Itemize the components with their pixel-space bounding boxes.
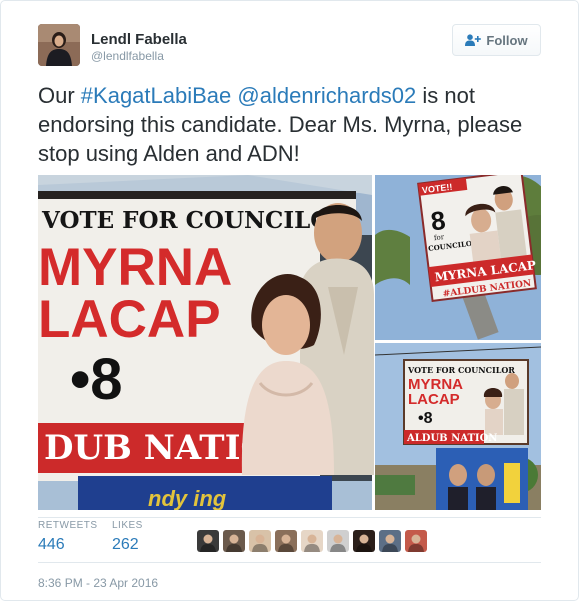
liker-avatar[interactable] [353,530,375,552]
divider-top [38,517,541,518]
top-right-photo[interactable]: VOTE!! 8 for COUNCILOR MYRNA LACAP #ALDU… [375,175,541,340]
liker-avatar[interactable] [327,530,349,552]
br-sign-banner: ALDUB NATION [406,433,497,444]
main-sign-line1: VOTE FOR COUNCILOR [41,207,350,234]
liker-avatar[interactable] [223,530,245,552]
user-fullname[interactable]: Lendl Fabella [91,31,187,48]
tweet-timestamp[interactable]: 8:36 PM - 23 Apr 2016 [38,576,158,590]
retweets-stat[interactable]: RETWEETS 446 [38,520,98,554]
tweet-text: Our #KagatLabiBae @aldenrichards02 is no… [38,81,538,168]
mention-link[interactable]: @aldenrichards02 [237,83,416,108]
likes-stat[interactable]: LIKES 262 [112,520,143,554]
retweets-label: RETWEETS [38,520,98,531]
tweet-text-prefix: Our [38,83,81,108]
liker-avatar[interactable] [197,530,219,552]
br-sign-number: •8 [418,410,433,427]
bottom-right-photo[interactable]: VOTE FOR COUNCILOR MYRNA LACAP •8 ALDUB … [374,343,541,510]
follow-button[interactable]: Follow [452,24,541,56]
retweets-count: 446 [38,536,65,553]
liker-avatar[interactable] [301,530,323,552]
liker-avatar[interactable] [249,530,271,552]
liker-avatar[interactable] [405,530,427,552]
divider-bottom [38,562,541,563]
tr-sign-line2: for [433,233,445,242]
likes-count: 262 [112,536,139,553]
hashtag-link[interactable]: #KagatLabiBae [81,83,231,108]
br-sign-line1: VOTE FOR COUNCILOR [407,365,515,375]
br-sign-line3: LACAP [408,391,460,408]
main-sign-number: •8 [70,347,123,412]
liker-avatar[interactable] [379,530,401,552]
media-collage: VOTE FOR COUNCILOR MYRNA LACAP •8 DUB NA… [38,175,541,510]
liker-avatar[interactable] [275,530,297,552]
follow-label: Follow [486,32,528,48]
tweet-media[interactable]: VOTE FOR COUNCILOR MYRNA LACAP •8 DUB NA… [38,175,541,510]
main-sign-line2: MYRNA [38,238,232,297]
avatar[interactable] [38,24,80,66]
main-photo[interactable]: VOTE FOR COUNCILOR MYRNA LACAP •8 DUB NA… [38,175,374,510]
tweet-card: Lendl Fabella @lendlfabella Follow Our #… [0,0,579,601]
add-user-icon [465,34,482,46]
user-handle[interactable]: @lendlfabella [91,49,164,63]
likes-label: LIKES [112,520,143,531]
liker-avatars [197,530,427,552]
bottom-strip-text: ndy ing [148,486,227,510]
main-sign-line3: LACAP [38,290,221,349]
